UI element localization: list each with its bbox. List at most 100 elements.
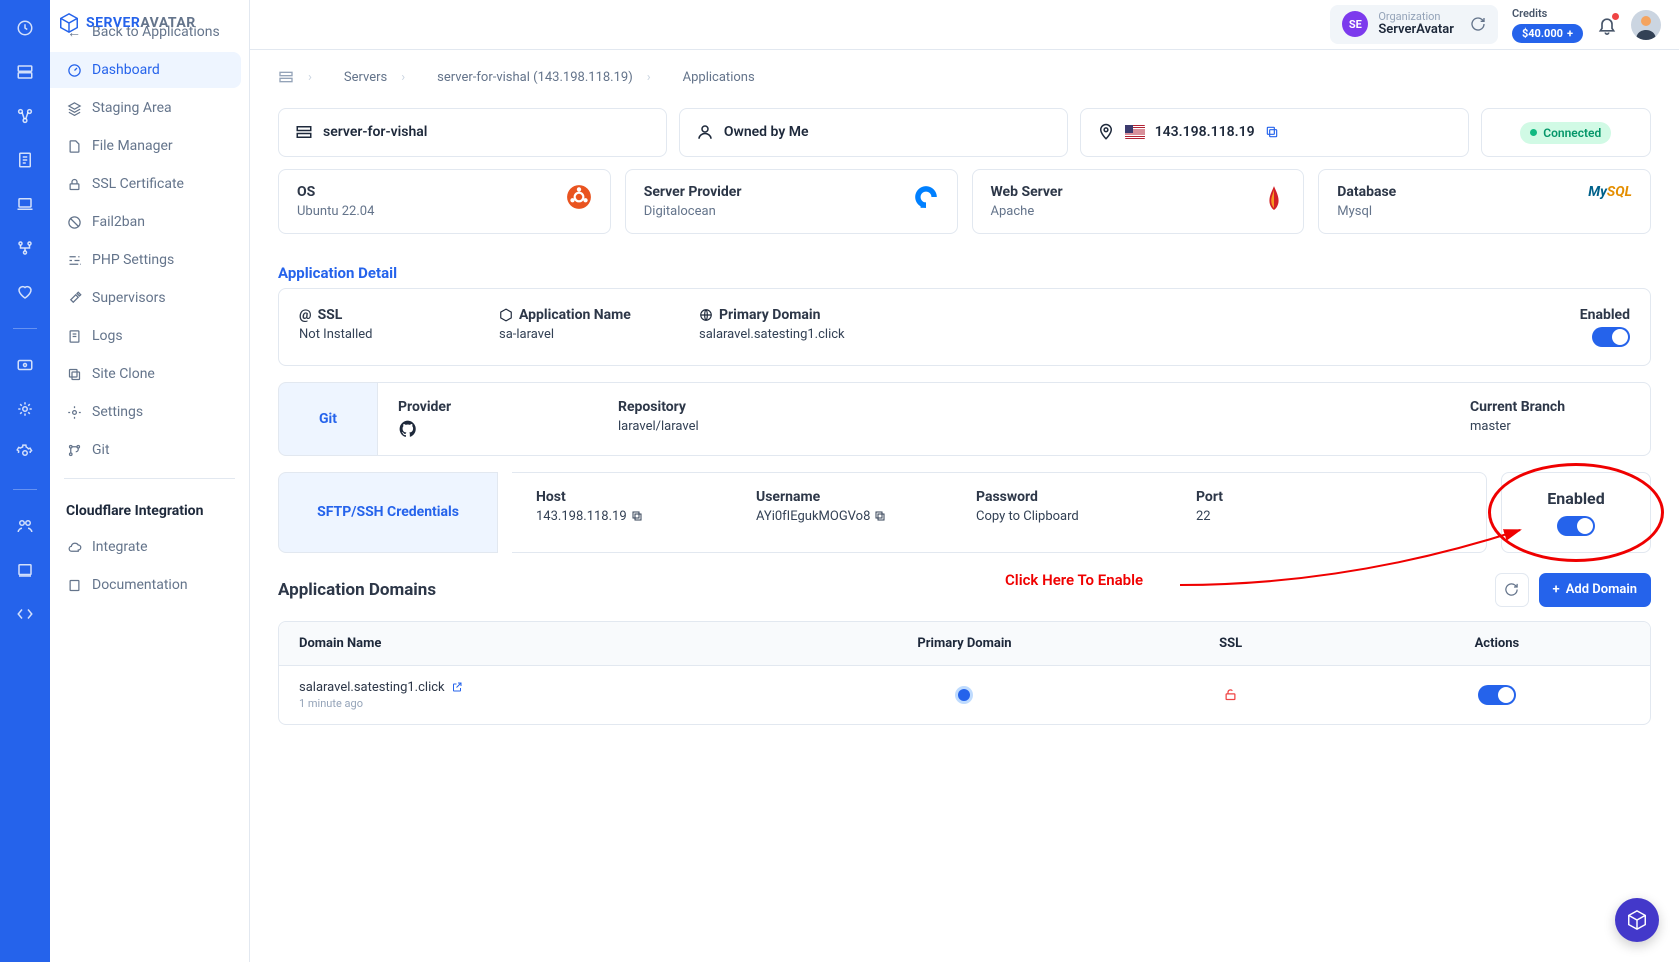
breadcrumb-label: Servers xyxy=(344,70,387,85)
server-icon xyxy=(295,123,313,141)
nav-billing-icon[interactable] xyxy=(15,355,35,375)
sidebar-item-php[interactable]: PHP Settings xyxy=(50,242,241,278)
credits-amount: $40.000 xyxy=(1522,27,1563,40)
sidebar-item-logs[interactable]: Logs xyxy=(50,318,241,354)
appdetail-enabled-col: Enabled xyxy=(1470,307,1630,347)
radio-selected-icon xyxy=(958,689,970,701)
sidebar-item-label: SSL Certificate xyxy=(92,176,184,192)
table-row: salaravel.satesting1.click 1 minute ago xyxy=(279,665,1650,724)
git-provider-label: Provider xyxy=(398,399,558,415)
add-domain-button[interactable]: + Add Domain xyxy=(1539,573,1651,607)
row-primary-cell[interactable] xyxy=(831,689,1097,701)
breadcrumb-home-icon[interactable]: › xyxy=(278,64,328,90)
pin-icon xyxy=(1097,123,1115,141)
copy-icon[interactable] xyxy=(631,510,643,522)
sftp-port-value: 22 xyxy=(1196,509,1356,524)
sliders-icon xyxy=(66,252,82,268)
copy-icon[interactable] xyxy=(1265,125,1279,139)
sftp-enabled-toggle[interactable] xyxy=(1557,516,1595,536)
external-link-icon[interactable] xyxy=(451,681,463,693)
db-value: Mysql xyxy=(1337,204,1396,219)
row-actions-cell xyxy=(1364,685,1630,705)
nav-team-icon[interactable] xyxy=(15,516,35,536)
credits-pill[interactable]: $40.000 + xyxy=(1512,24,1583,43)
sidebar-item-label: Settings xyxy=(92,404,143,420)
refresh-icon[interactable] xyxy=(1470,16,1486,32)
nav-files-icon[interactable] xyxy=(15,150,35,170)
help-fab[interactable] xyxy=(1615,898,1659,942)
nav-settings-icon[interactable] xyxy=(15,443,35,463)
refresh-domains-button[interactable] xyxy=(1495,573,1529,607)
sidebar-item-git[interactable]: Git xyxy=(50,432,241,468)
col-ssl: SSL xyxy=(1098,636,1364,651)
domain-label: Primary Domain xyxy=(719,307,820,323)
owner-card: Owned by Me xyxy=(679,108,1068,157)
domains-table: Domain Name Primary Domain SSL Actions s… xyxy=(278,621,1651,725)
git-repo-col: Repository laravel/laravel xyxy=(618,399,778,434)
domains-header: Application Domains Click Here To Enable… xyxy=(250,565,1679,621)
logo-text-1: SERVER xyxy=(86,15,140,31)
credits-widget: Credits $40.000+ xyxy=(1512,7,1583,43)
nav-heart-icon[interactable] xyxy=(15,282,35,302)
breadcrumb-label: Applications xyxy=(683,70,755,85)
nav-code-icon[interactable] xyxy=(15,604,35,624)
sidebar-item-settings[interactable]: Settings xyxy=(50,394,241,430)
sidebar-item-staging[interactable]: Staging Area xyxy=(50,90,241,126)
status-card: Connected xyxy=(1481,108,1651,157)
sidebar-item-label: Supervisors xyxy=(92,290,166,306)
sftp-tab[interactable]: SFTP/SSH Credentials xyxy=(278,472,498,553)
nav-network-icon[interactable] xyxy=(15,238,35,258)
copy-icon[interactable] xyxy=(874,510,886,522)
sftp-copy-password[interactable]: Copy to Clipboard xyxy=(976,509,1136,524)
sftp-host-col: Host 143.198.118.19 xyxy=(536,489,696,536)
user-icon xyxy=(696,123,714,141)
nav-docs-icon[interactable] xyxy=(15,560,35,580)
logo[interactable]: SERVERAVATAR xyxy=(58,12,196,34)
annotation-oval xyxy=(1488,463,1664,562)
nav-dashboard-icon[interactable] xyxy=(15,18,35,38)
sidebar-item-supervisors[interactable]: Supervisors xyxy=(50,280,241,316)
domains-title: Application Domains xyxy=(278,580,436,600)
org-switcher[interactable]: SE Organization ServerAvatar xyxy=(1330,5,1498,45)
breadcrumb-servers[interactable]: Servers› xyxy=(328,65,421,90)
sftp-pass-col: Password Copy to Clipboard xyxy=(976,489,1136,536)
plus-icon: + xyxy=(1567,27,1573,40)
domain-link[interactable]: salaravel.satesting1.click xyxy=(699,327,859,342)
file-icon xyxy=(66,138,82,154)
notifications-icon[interactable] xyxy=(1597,15,1617,35)
sidebar-item-docs[interactable]: Documentation xyxy=(50,567,241,603)
web-value: Apache xyxy=(991,204,1063,219)
ubuntu-icon xyxy=(566,184,592,210)
breadcrumb-applications[interactable]: Applications xyxy=(667,65,771,90)
sidebar-item-fail2ban[interactable]: Fail2ban xyxy=(50,204,241,240)
enabled-label: Enabled xyxy=(1580,307,1630,323)
sidebar-item-dashboard[interactable]: Dashboard xyxy=(50,52,241,88)
appdetail-enabled-toggle[interactable] xyxy=(1592,327,1630,347)
sftp-host-value: 143.198.118.19 xyxy=(536,509,627,524)
nav-laptop-icon[interactable] xyxy=(15,194,35,214)
unlock-icon xyxy=(1223,687,1238,702)
user-avatar[interactable] xyxy=(1631,10,1661,40)
mysql-icon: MySQL xyxy=(1588,184,1632,200)
gear-icon xyxy=(66,404,82,420)
sidebar-item-label: Dashboard xyxy=(92,62,160,78)
sidebar-item-files[interactable]: File Manager xyxy=(50,128,241,164)
git-provider-col: Provider xyxy=(398,399,558,439)
at-icon: @ xyxy=(299,307,312,323)
us-flag-icon xyxy=(1125,125,1145,139)
provider-value: Digitalocean xyxy=(644,204,742,219)
sidebar-item-ssl[interactable]: SSL Certificate xyxy=(50,166,241,202)
sidebar-item-clone[interactable]: Site Clone xyxy=(50,356,241,392)
ssl-value: Not Installed xyxy=(299,327,459,342)
row-action-toggle[interactable] xyxy=(1478,685,1516,705)
nav-servers-icon[interactable] xyxy=(15,62,35,82)
sftp-enabled-card: Enabled xyxy=(1501,472,1651,553)
git-branch-col: Current Branch master xyxy=(1470,399,1630,434)
sidebar-item-integrate[interactable]: Integrate xyxy=(50,529,241,565)
nav-apps-icon[interactable] xyxy=(15,106,35,126)
breadcrumb-server[interactable]: server-for-vishal (143.198.118.19)› xyxy=(421,65,666,90)
git-tab[interactable]: Git xyxy=(278,382,378,456)
nav-integrations-icon[interactable] xyxy=(15,399,35,419)
web-label: Web Server xyxy=(991,184,1063,200)
provider-label: Server Provider xyxy=(644,184,742,200)
